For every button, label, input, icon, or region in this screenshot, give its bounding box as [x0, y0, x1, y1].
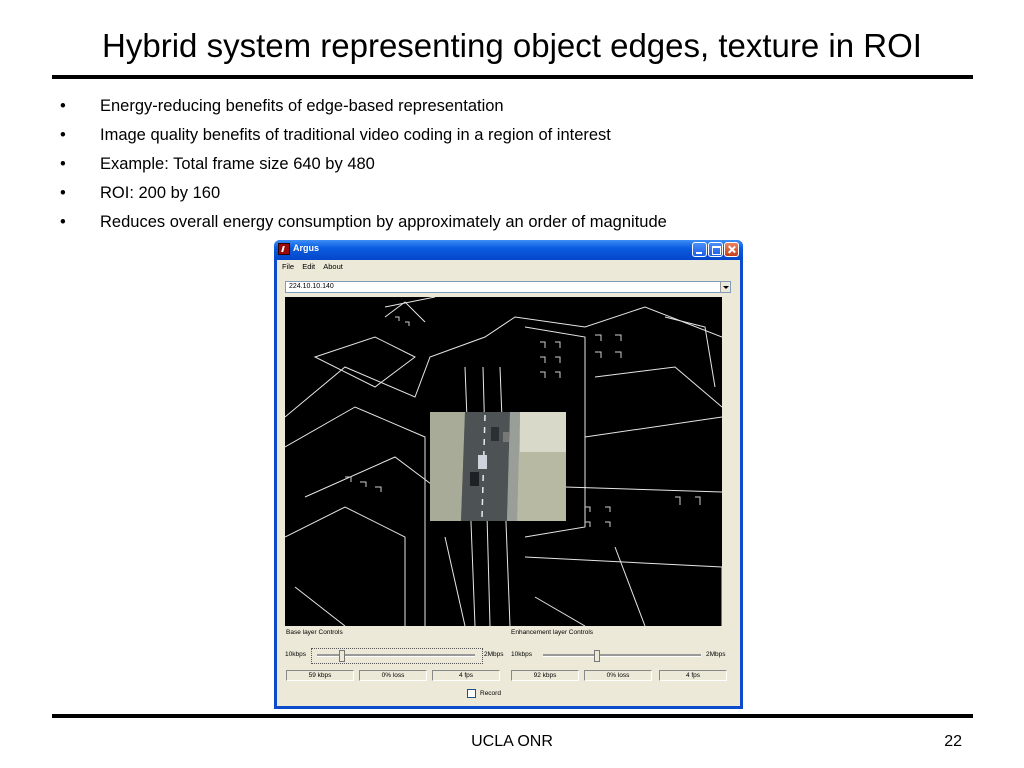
app-icon[interactable]	[278, 243, 290, 255]
enh-bitrate-field: 92 kbps	[511, 670, 579, 681]
bullet-text: Example: Total frame size 640 by 480	[100, 155, 375, 173]
record-checkbox-box[interactable]	[467, 689, 476, 698]
enh-min-label: 10kbps	[511, 651, 532, 658]
base-loss-field: 0% loss	[359, 670, 427, 681]
base-min-label: 10kbps	[285, 651, 306, 658]
footer-text: UCLA ONR	[471, 733, 553, 750]
bullet-text: Image quality benefits of traditional vi…	[100, 126, 611, 144]
address-combobox[interactable]: 224.10.10.140	[285, 281, 731, 293]
roi-texture-region	[430, 412, 566, 521]
bullet-glyph: •	[60, 184, 66, 202]
close-button[interactable]	[724, 242, 739, 257]
base-max-label: 2Mbps	[484, 651, 504, 658]
enh-loss-field: 0% loss	[584, 670, 652, 681]
base-bitrate-field: 59 kbps	[286, 670, 354, 681]
bullet-item: • Image quality benefits of traditional v…	[60, 121, 667, 150]
dropdown-arrow-icon[interactable]	[720, 282, 730, 292]
title-divider	[52, 75, 973, 79]
bullet-text: ROI: 200 by 160	[100, 184, 221, 202]
bullet-text: Reduces overall energy consumption by ap…	[100, 213, 667, 231]
base-layer-slider[interactable]: 10kbps 2Mbps	[285, 648, 510, 664]
menu-bar: File Edit About	[279, 260, 346, 274]
base-layer-label: Base layer Controls	[286, 629, 343, 636]
bullet-glyph: •	[60, 213, 66, 231]
footer-divider	[52, 714, 973, 718]
enh-slider-track[interactable]	[543, 654, 701, 657]
bullet-text: Energy-reducing benefits of edge-based r…	[100, 97, 504, 115]
address-value: 224.10.10.140	[289, 283, 334, 290]
argus-window: Argus File Edit About 224.10.10.140 Base…	[274, 240, 743, 709]
enh-max-label: 2Mbps	[706, 651, 726, 658]
window-titlebar[interactable]: Argus	[274, 240, 743, 260]
enh-slider-thumb[interactable]	[593, 650, 600, 662]
maximize-button[interactable]	[708, 242, 723, 257]
bullet-item: • Energy-reducing benefits of edge-based …	[60, 92, 667, 121]
window-client-area: File Edit About 224.10.10.140 Base layer…	[277, 260, 740, 706]
bullet-item: • Reduces overall energy consumption by a…	[60, 208, 667, 237]
minimize-button[interactable]	[692, 242, 707, 257]
record-label: Record	[480, 690, 501, 698]
enhancement-layer-slider[interactable]: 10kbps 2Mbps	[511, 648, 736, 664]
enhancement-layer-label: Enhancement layer Controls	[511, 629, 594, 636]
base-fps-field: 4 fps	[432, 670, 500, 681]
record-checkbox[interactable]: Record	[467, 689, 501, 698]
window-title: Argus	[293, 243, 320, 253]
bullet-item: • ROI: 200 by 160	[60, 179, 667, 208]
video-view	[285, 297, 722, 626]
edge-video-frame	[285, 297, 722, 626]
bullet-item: • Example: Total frame size 640 by 480	[60, 150, 667, 179]
bullet-glyph: •	[60, 97, 66, 115]
menu-edit[interactable]: Edit	[299, 260, 318, 273]
bullet-list: • Energy-reducing benefits of edge-based …	[60, 92, 667, 237]
bullet-glyph: •	[60, 155, 66, 173]
base-slider-thumb[interactable]	[339, 650, 346, 662]
bullet-glyph: •	[60, 126, 66, 144]
page-number: 22	[944, 733, 962, 750]
enh-fps-field: 4 fps	[659, 670, 727, 681]
menu-about[interactable]: About	[320, 260, 346, 273]
menu-file[interactable]: File	[279, 260, 297, 273]
slide-title: Hybrid system representing object edges,…	[102, 27, 922, 64]
